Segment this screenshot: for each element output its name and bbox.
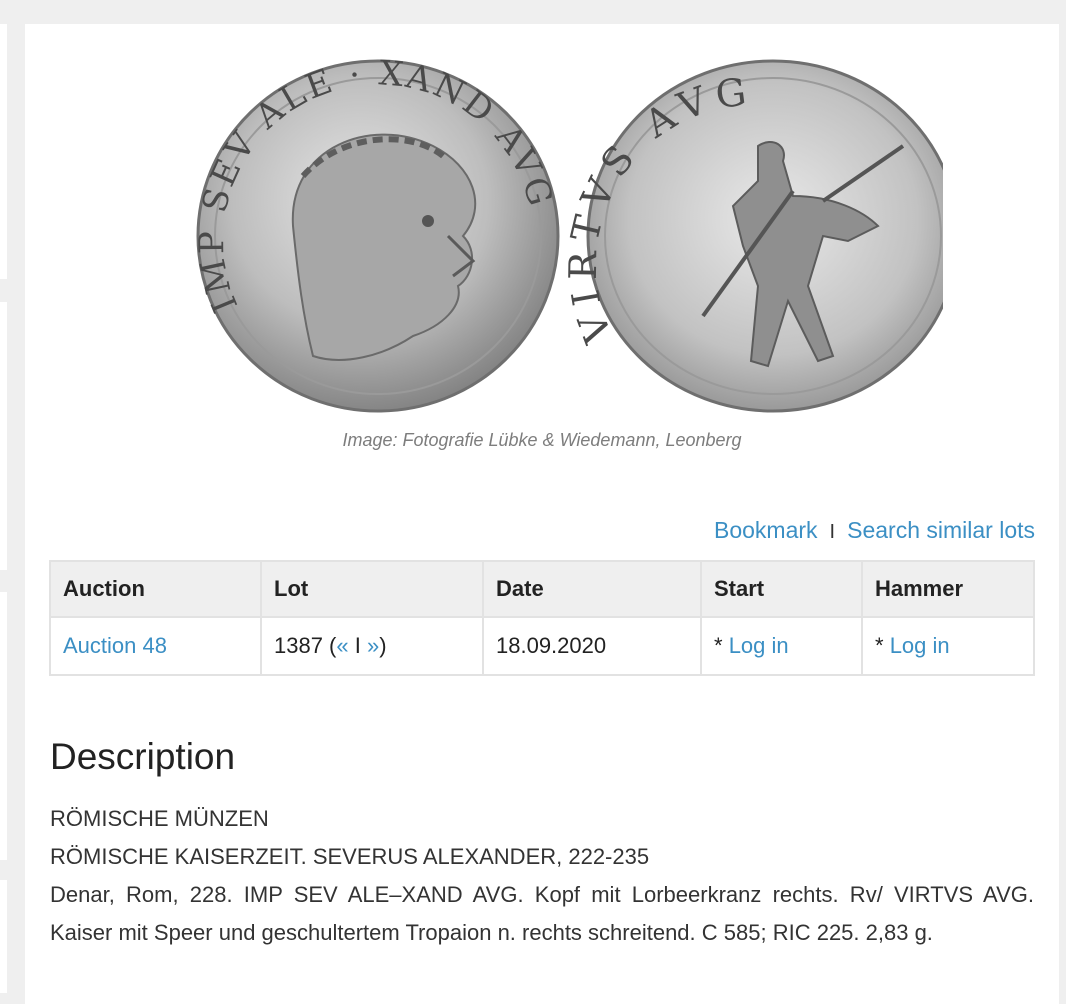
cell-hammer: * Log in xyxy=(861,616,1035,676)
hammer-asterisk: * xyxy=(875,633,890,658)
coin-photo: IMP SEV ALE · XAND AVG VIRTVS AVG xyxy=(192,53,943,413)
coin-image[interactable]: IMP SEV ALE · XAND AVG VIRTVS AVG xyxy=(25,24,1059,424)
header-lot: Lot xyxy=(260,560,484,618)
description-heading: Description xyxy=(50,736,236,777)
lot-info-table: Auction Lot Date Start Hammer Auction 48… xyxy=(49,560,1035,676)
table-row: Auction 48 1387 (« I ») 18.09.2020 * Log… xyxy=(49,616,1035,676)
left-panel-edge xyxy=(0,24,7,279)
image-credit: Image: Fotografie Lübke & Wiedemann, Leo… xyxy=(342,430,742,450)
cell-start: * Log in xyxy=(700,616,863,676)
search-similar-lots-link[interactable]: Search similar lots xyxy=(847,517,1035,543)
cell-lot: 1387 (« I ») xyxy=(260,616,484,676)
table-header-row: Auction Lot Date Start Hammer xyxy=(49,560,1035,618)
auction-link[interactable]: Auction 48 xyxy=(63,633,167,658)
description-subcategory: RÖMISCHE KAISERZEIT. SEVERUS ALEXANDER, … xyxy=(50,844,650,869)
cell-date: 18.09.2020 xyxy=(482,616,702,676)
lot-detail-card: IMP SEV ALE · XAND AVG VIRTVS AVG Image:… xyxy=(25,24,1059,1004)
hammer-login-link[interactable]: Log in xyxy=(890,633,950,658)
header-hammer: Hammer xyxy=(861,560,1035,618)
cell-auction: Auction 48 xyxy=(49,616,262,676)
reverse-coin: VIRTVS AVG xyxy=(561,59,943,413)
bookmark-link[interactable]: Bookmark xyxy=(714,517,818,543)
left-panel-edge xyxy=(0,880,7,993)
left-panel-edge xyxy=(0,302,7,570)
header-auction: Auction xyxy=(49,560,262,618)
action-separator: I xyxy=(829,521,836,543)
header-start: Start xyxy=(700,560,863,618)
start-asterisk: * xyxy=(714,633,729,658)
start-login-link[interactable]: Log in xyxy=(729,633,789,658)
lot-number: 1387 ( xyxy=(274,633,337,658)
lot-nav-separator: I xyxy=(348,633,367,658)
left-panel-edge xyxy=(0,592,7,860)
lot-close-paren: ) xyxy=(379,633,387,658)
previous-lot-link[interactable]: « xyxy=(336,633,348,658)
description-details: Denar, Rom, 228. IMP SEV ALE–XAND AVG. K… xyxy=(50,882,1034,945)
lot-actions: Bookmark I Search similar lots xyxy=(714,517,1035,544)
header-date: Date xyxy=(482,560,702,618)
description-category: RÖMISCHE MÜNZEN xyxy=(50,806,269,831)
next-lot-link[interactable]: » xyxy=(367,633,379,658)
obverse-coin: IMP SEV ALE · XAND AVG xyxy=(192,53,560,413)
description-body: RÖMISCHE MÜNZEN RÖMISCHE KAISERZEIT. SEV… xyxy=(50,800,1034,952)
